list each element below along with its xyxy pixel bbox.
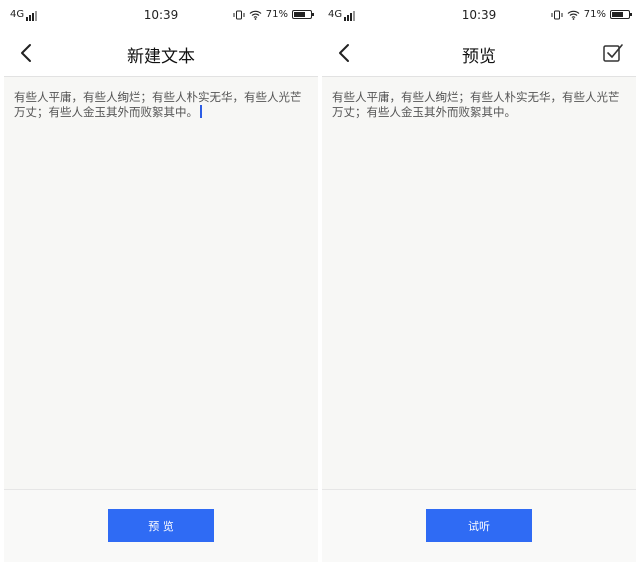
top-nav-bar: 新建文本 [4,30,318,77]
text-editor[interactable]: 有些人平庸，有些人绚烂；有些人朴实无华，有些人光芒万丈；有些人金玉其外而败絮其中… [14,90,312,120]
editor-screen: 4G 10:39 71% 新建文本 有些人平庸，有些人绚烂；有些人朴实无华，有些… [4,0,318,562]
preview-screen: 4G 10:39 71% 预览 有些人平庸，有些人绚烂；有些人朴实无华，有些人光… [322,0,636,562]
bottom-action-bar: 预 览 [4,489,318,562]
top-nav-bar: 预览 [322,30,636,77]
wifi-icon [249,10,262,20]
page-title: 预览 [462,47,496,67]
page-title: 新建文本 [127,47,195,67]
wifi-icon [567,10,580,20]
preview-button[interactable]: 预 览 [108,509,214,542]
preview-text: 有些人平庸，有些人绚烂；有些人朴实无华，有些人光芒万丈；有些人金玉其外而败絮其中… [332,90,620,119]
battery-icon [610,10,632,19]
battery-percent: 71% [583,9,606,20]
status-bar: 4G 10:39 71% [4,0,318,30]
vibrate-icon [551,10,563,19]
editor-text: 有些人平庸，有些人绚烂；有些人朴实无华，有些人光芒万丈；有些人金玉其外而败絮其中… [14,90,302,119]
battery-percent: 71% [265,9,288,20]
vibrate-icon [233,10,245,19]
status-bar: 4G 10:39 71% [322,0,636,30]
text-caret [200,105,202,118]
battery-icon [292,10,314,19]
checkbox-confirm-icon[interactable] [602,42,624,64]
listen-button[interactable]: 试听 [426,509,532,542]
bottom-action-bar: 试听 [322,489,636,562]
